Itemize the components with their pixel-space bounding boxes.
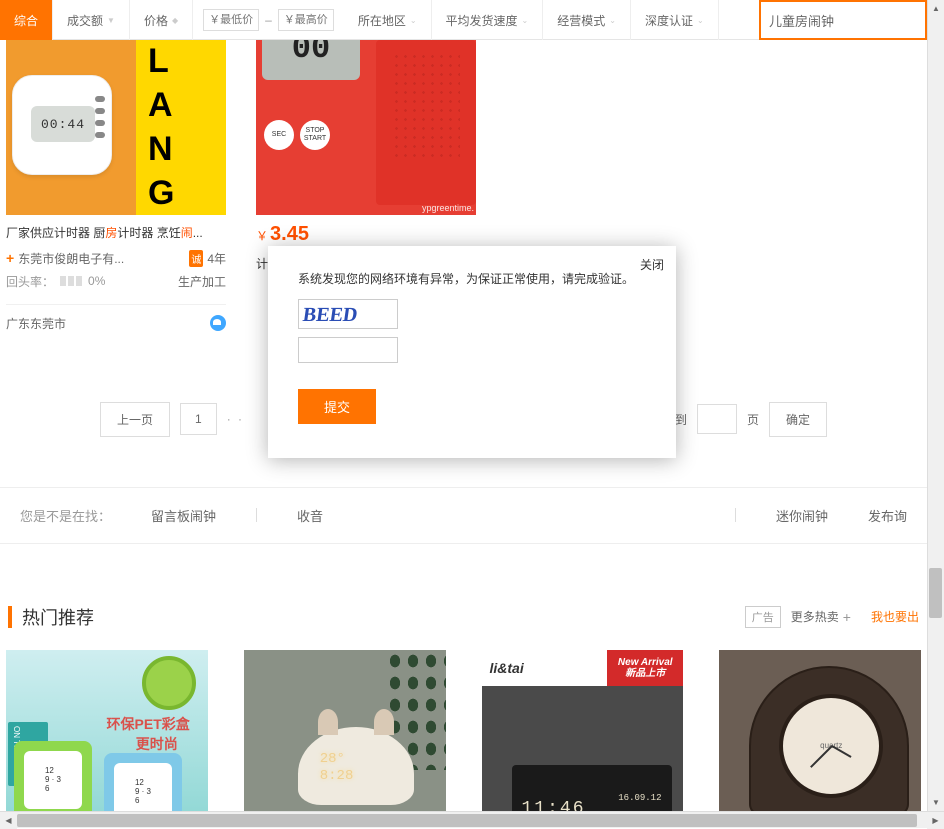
modal-message: 系统发现您的网络环境有异常，为保证正常使用，请完成验证。 <box>298 270 646 287</box>
plus-icon: + <box>843 609 851 625</box>
currency-icon: ￥ <box>256 229 268 243</box>
sort-icon: ◆ <box>172 16 178 25</box>
ad-badge: 广告 <box>745 606 781 628</box>
captcha-modal: 关闭 系统发现您的网络环境有异常，为保证正常使用，请完成验证。 BEED 提交 <box>268 246 676 458</box>
tab-price[interactable]: 价格◆ <box>130 0 193 40</box>
divider <box>256 508 257 522</box>
recommend-item[interactable]: 28°8:28 <box>244 650 446 811</box>
chevron-down-icon: ⌄ <box>609 16 616 25</box>
more-link[interactable]: 更多热卖+ <box>791 608 851 625</box>
scroll-right-icon[interactable]: ▶ <box>927 812 944 829</box>
timer-device-icon: 00 SEC STOP START <box>256 40 366 205</box>
recommend-grid: 环保PET彩盒 更时尚 ON TIME 129 · 36 129 · 36 28… <box>0 630 927 811</box>
plus-icon: + <box>6 250 14 266</box>
clock-icon: 129 · 36 <box>14 741 92 811</box>
scrollbar-thumb[interactable] <box>17 814 917 827</box>
chevron-down-icon: ⌄ <box>697 16 704 25</box>
captcha-input[interactable] <box>298 337 398 363</box>
suggest-item[interactable]: 迷你闹钟 <box>776 506 828 525</box>
filter-ship-speed[interactable]: 平均发货速度⌄ <box>432 0 544 40</box>
scrollbar-thumb[interactable] <box>929 568 942 618</box>
filter-region[interactable]: 所在地区⌄ <box>344 0 432 40</box>
recommend-item[interactable]: li&tai 联泰 New Arrival新品上市 11:46 16.09.12… <box>482 650 684 811</box>
trust-badge: 诚 <box>189 250 203 267</box>
accent-bar-icon <box>8 606 12 628</box>
leather-clock: quartz <box>749 666 909 811</box>
product-title[interactable]: 厂家供应计时器 厨房计时器 烹饪闹... <box>6 225 226 242</box>
jump-input[interactable] <box>697 404 737 434</box>
filter-cert[interactable]: 深度认证⌄ <box>631 0 719 40</box>
suggest-item[interactable]: 留言板闹钟 <box>151 506 216 525</box>
scroll-left-icon[interactable]: ◀ <box>0 812 17 829</box>
brand-text: LANG <box>136 40 226 215</box>
led-clock: 11:46 16.09.12 <box>512 765 672 811</box>
suggest-item[interactable]: 收音 <box>297 506 323 525</box>
chevron-down-icon: ▼ <box>107 16 115 25</box>
page-number[interactable]: 1 <box>180 403 217 435</box>
business-mode: 生产加工 <box>178 273 226 290</box>
scroll-up-icon[interactable]: ▲ <box>928 0 944 17</box>
price-min-input[interactable] <box>203 9 259 31</box>
tab-volume[interactable]: 成交额▼ <box>53 0 130 40</box>
captcha-image: BEED <box>298 299 398 329</box>
product-image[interactable]: 00:44 LANG <box>6 40 226 215</box>
tab-composite[interactable]: 综合 <box>0 0 53 40</box>
scroll-down-icon[interactable]: ▼ <box>928 794 944 811</box>
product-price: ￥3.45 <box>256 223 476 246</box>
publish-link[interactable]: 发布询 <box>868 506 907 525</box>
vertical-scrollbar[interactable]: ▲ ▼ <box>927 0 944 811</box>
divider <box>735 508 736 522</box>
range-dash: – <box>265 13 272 27</box>
price-range: – <box>193 0 344 39</box>
seller-years: 4年 <box>207 250 226 267</box>
clock-icon: 129 · 36 <box>104 753 182 811</box>
watermark: ypgreentime. <box>422 203 474 213</box>
reply-pct: 0% <box>88 274 105 288</box>
suggest-label: 您是不是在找： <box>20 506 111 525</box>
dots-icon: · · <box>227 412 244 426</box>
submit-button[interactable]: 提交 <box>298 389 376 424</box>
prev-page-button[interactable]: 上一页 <box>100 402 170 437</box>
jump-label: 到 <box>675 411 687 428</box>
location-row: 广东东莞市 <box>6 304 226 332</box>
horizontal-scrollbar[interactable]: ◀ ▶ <box>0 811 944 828</box>
recommend-header: 热门推荐 广告 更多热卖+ 我也要出 <box>0 604 927 630</box>
product-image[interactable]: 00 SEC STOP START ypgreentime. <box>256 40 476 215</box>
confirm-button[interactable]: 确定 <box>769 402 827 437</box>
seller-row: + 东莞市俊朗电子有... 诚 4年 <box>6 250 226 267</box>
recommend-item[interactable]: 环保PET彩盒 更时尚 ON TIME 129 · 36 129 · 36 <box>6 650 208 811</box>
reply-row: 回头率： 0% 生产加工 <box>6 273 226 290</box>
search-input[interactable]: 儿童房闹钟 <box>769 11 834 30</box>
location: 广东东莞市 <box>6 315 66 332</box>
seal-icon <box>142 656 196 710</box>
price-max-input[interactable] <box>278 9 334 31</box>
wangwang-icon[interactable] <box>210 315 226 331</box>
product-card: 00:44 LANG 厂家供应计时器 厨房计时器 烹饪闹... + 东莞市俊朗电… <box>6 40 226 332</box>
search-box[interactable]: 儿童房闹钟 <box>759 0 927 40</box>
section-title: 热门推荐 <box>22 604 735 630</box>
bars-icon <box>60 276 82 286</box>
promote-link[interactable]: 我也要出 <box>871 608 919 625</box>
seller-name[interactable]: 东莞市俊朗电子有... <box>18 250 185 267</box>
page-unit: 页 <box>747 411 759 428</box>
chevron-down-icon: ⌄ <box>522 16 529 25</box>
device-back <box>376 40 476 205</box>
svg-text:BEED: BEED <box>301 304 358 326</box>
filter-bar: 综合 成交额▼ 价格◆ – 所在地区⌄ 平均发货速度⌄ 经营模式⌄ 深度认证⌄ … <box>0 0 927 40</box>
timer-device-icon: 00:44 <box>12 75 112 175</box>
chevron-down-icon: ⌄ <box>410 16 417 25</box>
filter-business-mode[interactable]: 经营模式⌄ <box>543 0 631 40</box>
suggest-bar: 您是不是在找： 留言板闹钟 收音 迷你闹钟 发布询 <box>0 487 927 544</box>
recommend-item[interactable]: quartz <box>719 650 921 811</box>
reply-label: 回头率： <box>6 273 54 290</box>
close-button[interactable]: 关闭 <box>640 256 664 273</box>
